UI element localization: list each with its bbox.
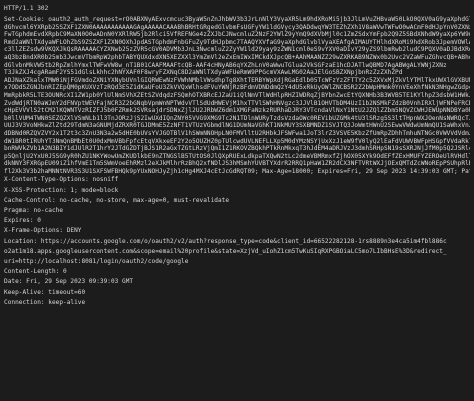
header-content-length: Content-Length: 0 — [4, 268, 67, 276]
http-status-line: HTTP/1.1 302 — [4, 5, 49, 12]
set-cookie-line: c3llZEZsdw9VKQXJkQsRAAAAACYZXNwb25zZVR5c… — [4, 46, 470, 54]
header-pragma: Pragma: no-cache — [4, 207, 64, 215]
set-cookie-line: T3JkZXJ4cgARamF2YS51dGlsLkhhc2hNYXAF0F8w… — [4, 69, 403, 77]
set-cookie-line: p5QnljU2YxU0J5SG9yR0hZU1NKYWowUmZKUDlkbE… — [4, 152, 470, 160]
set-cookie-line: cHpEVVVlS2tCM2lKQWNTVzRIZFJ5b0FZRmk2SVRs… — [4, 107, 470, 115]
set-cookie-line: ADJNaXZkalxTMW0iNjFGVmdoZXNiYXNybUVnlGIQ… — [4, 76, 470, 84]
set-cookie-line: dGlvbnMkVW5tb2RpZmlhYmxlTWFwVW8w_nT1B01C… — [4, 61, 447, 69]
header-cache-control: Cache-Control: no-cache, no-store, max-a… — [4, 196, 230, 204]
trailing-headers: Content-Length: 0 Date: Fri, 29 Sep 2023… — [4, 267, 470, 308]
set-cookie-line: b0llVUM4TWN0SEZQZXlVSmNLb1l3TnJORzJjS2Iw… — [4, 114, 470, 122]
set-cookie-expires-line: fl2Xk3V3b2haMNNtNVR3S3U1SXFSWFBHQk9pYUxN… — [4, 167, 470, 175]
header-x-xss-protection: X-XSS-Protection: 1; mode=block — [4, 186, 119, 194]
terminal-window[interactable]: HTTP/1.1 302 Set-Cookie: oauth2_auth_req… — [0, 0, 474, 401]
set-cookie-line: UUJ3V3VoNHkwZlZtd29TdmN3aGNUMjdZRXR0TGJD… — [4, 122, 470, 130]
set-cookie-line: dkNNY3FXRGpEU09iZ1hfVmE1Tm5SWmVoeEhRMzl2… — [4, 160, 470, 168]
set-cookie-line: dDBNd0RZQVZVY2x1T2t3c3ZnU3N3a2w5dHE0bUVs… — [4, 129, 470, 137]
set-cookie-header: Set-Cookie: oauth2_auth_request=rO0ABXNy… — [4, 16, 470, 175]
location-line: o2at1m18.apps.googleusercontent.com&scop… — [4, 247, 447, 255]
location-line: uri=http://localhost:8081/login/oauth2/c… — [4, 257, 189, 265]
set-cookie-line: aQ3bzBndXR0b25mb3JwcmVTbmRpW2phbTABYQUXd… — [4, 53, 470, 61]
set-cookie-line: x7ODdSZGNJbnRIZEpQM0pKUXVzTzRQd3E5Z1dKaU… — [4, 84, 470, 92]
header-expires: Expires: 0 — [4, 217, 41, 225]
header-date: Date: Fri, 29 Sep 2023 09:39:03 GMT — [4, 278, 134, 286]
set-cookie-line: ZvdWdjRTN0aWJmY2dFNVptWEVFajNCR3Z2bGNqbV… — [4, 99, 470, 107]
set-cookie-line: dGhvcml6YXRpb25SZXF1ZXN0AAAAAAAAAAAGAgAA… — [4, 23, 470, 31]
location-line: Location: https://accounts.google.com/o/… — [4, 237, 447, 245]
header-connection: Connection: keep-alive — [4, 298, 86, 306]
header-keep-alive: Keep-Alive: timeout=60 — [4, 288, 86, 296]
location-header: Location: https://accounts.google.com/o/… — [4, 237, 470, 268]
header-x-content-type-options: X-Content-Type-Options: nosniff — [4, 176, 119, 184]
header-x-frame-options: X-Frame-Options: DENY — [4, 227, 82, 235]
set-cookie-line: Rmd2aWNlTXdyaWFLOhZbS9ZSZXF1ZXN0OXhJpdAS… — [4, 38, 470, 46]
set-cookie-line: Set-Cookie: oauth2_auth_request=rO0ABXNy… — [4, 16, 470, 23]
security-headers: X-Content-Type-Options: nosniff X-XSS-Pr… — [4, 175, 470, 236]
set-cookie-line: MmRpbkR5LTE3OUNRcXI1ZW1pb0YlUlNmSVhXZEtS… — [4, 91, 470, 99]
set-cookie-line: bnRWVkZVb1A2N3BIY1dJUlR2T1hrY2JTdGZDTjBJ… — [4, 145, 470, 153]
set-cookie-line: FwTGphdmEvdXRpbC9MaXN0O0wADnN0YXRlRW5jb2… — [4, 31, 470, 39]
set-cookie-line: dW1BR0tIRUhYT3NmQnBMbEt0U0dxMmVBbFpfcEtq… — [4, 137, 470, 145]
